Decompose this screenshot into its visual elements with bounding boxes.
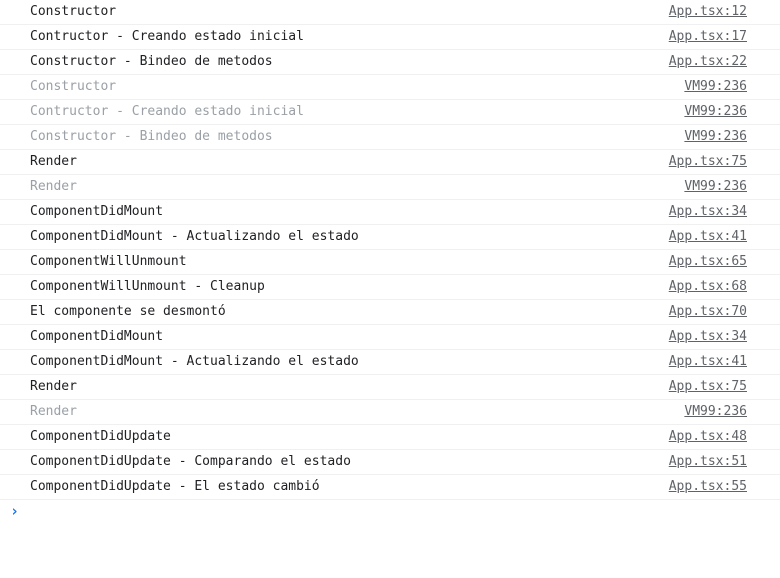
source-link[interactable]: App.tsx:55 <box>669 479 747 494</box>
console-message-text: Contructor - Creando estado inicial <box>30 104 304 119</box>
console-message-text: ComponentDidUpdate - Comparando el estad… <box>30 454 351 469</box>
console-message-text: ComponentDidMount - Actualizando el esta… <box>30 354 359 369</box>
console-message-row: Render VM99:236 <box>0 400 780 425</box>
console-message-row: ComponentDidUpdate - Comparando el estad… <box>0 450 780 475</box>
console-message-text: Render <box>30 154 77 169</box>
console-message-row: Constructor - Bindeo de metodos VM99:236 <box>0 125 780 150</box>
console-message-text: ComponentDidMount <box>30 204 164 219</box>
console-message-row: Constructor - Bindeo de metodos App.tsx:2… <box>0 50 780 75</box>
console-message-row: Render App.tsx:75 <box>0 375 780 400</box>
console-message-row: Render App.tsx:75 <box>0 150 780 175</box>
console-message-text: Render <box>30 404 77 419</box>
console-message-text: ComponentWillUnmount <box>30 254 187 269</box>
console-message-text: Constructor <box>30 4 117 19</box>
console-message-row: ComponentDidMount App.tsx:34 <box>0 325 780 350</box>
console-message-text: Contructor - Creando estado inicial <box>30 29 304 44</box>
console-message-row: Contructor - Creando estado inicial App.t… <box>0 25 780 50</box>
console-message-row: ComponentWillUnmount App.tsx:65 <box>0 250 780 275</box>
console-message-text: Constructor <box>30 79 117 94</box>
source-link[interactable]: App.tsx:22 <box>669 54 747 69</box>
console-prompt[interactable]: › <box>0 500 780 528</box>
source-link[interactable]: VM99:236 <box>684 404 747 419</box>
console-message-text: Render <box>30 379 77 394</box>
chevron-right-icon: › <box>10 502 20 520</box>
source-link[interactable]: App.tsx:75 <box>669 379 747 394</box>
console-message-row: Contructor - Creando estado inicial VM99:… <box>0 100 780 125</box>
console-message-row: El componente se desmontó App.tsx:70 <box>0 300 780 325</box>
console-message-text: ComponentDidUpdate <box>30 429 171 444</box>
source-link[interactable]: App.tsx:70 <box>669 304 747 319</box>
console-message-text: ComponentDidMount <box>30 329 164 344</box>
console-message-text: Constructor - Bindeo de metodos <box>30 54 273 69</box>
console-message-row: Render VM99:236 <box>0 175 780 200</box>
console-messages: Constructor App.tsx:12 Contructor - Creand… <box>0 0 780 500</box>
console-message-row: ComponentDidMount App.tsx:34 <box>0 200 780 225</box>
console-message-row: ComponentWillUnmount - Cleanup App.tsx:68 <box>0 275 780 300</box>
console-message-row: ComponentDidUpdate App.tsx:48 <box>0 425 780 450</box>
console-message-row: ComponentDidMount - Actualizando el esta… <box>0 225 780 250</box>
source-link[interactable]: VM99:236 <box>684 129 747 144</box>
console-panel: Constructor App.tsx:12 Contructor - Creand… <box>0 0 780 528</box>
source-link[interactable]: App.tsx:41 <box>669 229 747 244</box>
console-message-row: ComponentDidMount - Actualizando el esta… <box>0 350 780 375</box>
console-message-row: ComponentDidUpdate - El estado cambió App… <box>0 475 780 500</box>
source-link[interactable]: App.tsx:34 <box>669 204 747 219</box>
source-link[interactable]: VM99:236 <box>684 79 747 94</box>
source-link[interactable]: App.tsx:68 <box>669 279 747 294</box>
source-link[interactable]: App.tsx:75 <box>669 154 747 169</box>
console-message-text: Constructor - Bindeo de metodos <box>30 129 273 144</box>
source-link[interactable]: VM99:236 <box>684 179 747 194</box>
console-message-text: ComponentDidUpdate - El estado cambió <box>30 479 320 494</box>
source-link[interactable]: App.tsx:41 <box>669 354 747 369</box>
source-link[interactable]: App.tsx:12 <box>669 4 747 19</box>
source-link[interactable]: App.tsx:34 <box>669 329 747 344</box>
source-link[interactable]: App.tsx:48 <box>669 429 747 444</box>
source-link[interactable]: VM99:236 <box>684 104 747 119</box>
console-message-text: ComponentDidMount - Actualizando el esta… <box>30 229 359 244</box>
console-message-row: Constructor VM99:236 <box>0 75 780 100</box>
console-message-text: Render <box>30 179 77 194</box>
source-link[interactable]: App.tsx:51 <box>669 454 747 469</box>
console-message-text: ComponentWillUnmount - Cleanup <box>30 279 265 294</box>
console-message-text: El componente se desmontó <box>30 304 226 319</box>
console-message-row: Constructor App.tsx:12 <box>0 0 780 25</box>
source-link[interactable]: App.tsx:65 <box>669 254 747 269</box>
source-link[interactable]: App.tsx:17 <box>669 29 747 44</box>
